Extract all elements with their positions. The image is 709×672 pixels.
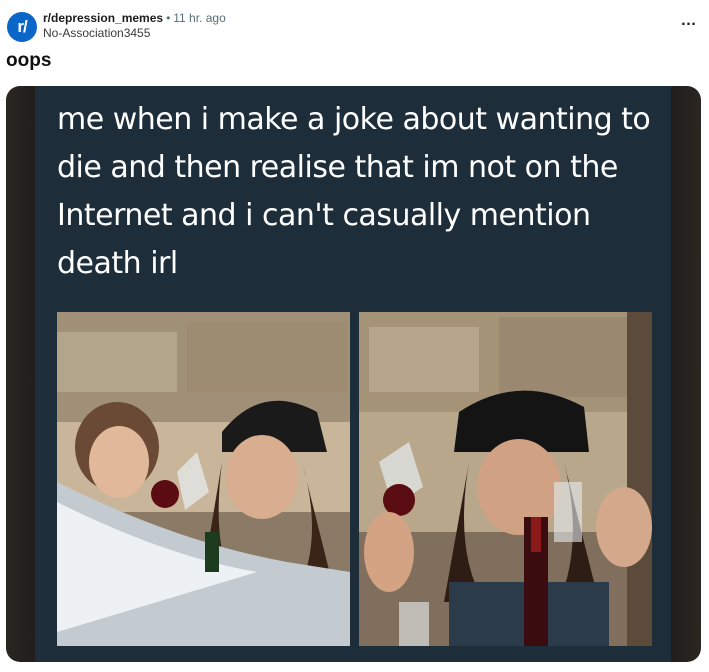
- post-header: r/ r/depression_memes • 11 hr. ago No-Asso…: [7, 10, 702, 44]
- meme-photo-right: [359, 312, 652, 646]
- post-time: 11 hr. ago: [173, 11, 226, 25]
- subreddit-link[interactable]: r/depression_memes: [43, 11, 163, 25]
- meme-caption: me when i make a joke about wanting to d…: [57, 102, 651, 281]
- post-media[interactable]: me when i make a joke about wanting to d…: [6, 86, 701, 662]
- meta-separator: •: [166, 11, 171, 25]
- meme-photo-left: [57, 312, 350, 646]
- post-title[interactable]: oops: [6, 50, 51, 72]
- author-link[interactable]: No-Association3455: [43, 26, 226, 41]
- post-meta: r/depression_memes • 11 hr. ago No-Associa…: [43, 11, 226, 41]
- subreddit-avatar[interactable]: r/: [7, 12, 37, 42]
- meme-image: me when i make a joke about wanting to d…: [35, 86, 671, 662]
- more-options-icon[interactable]: …: [678, 13, 698, 32]
